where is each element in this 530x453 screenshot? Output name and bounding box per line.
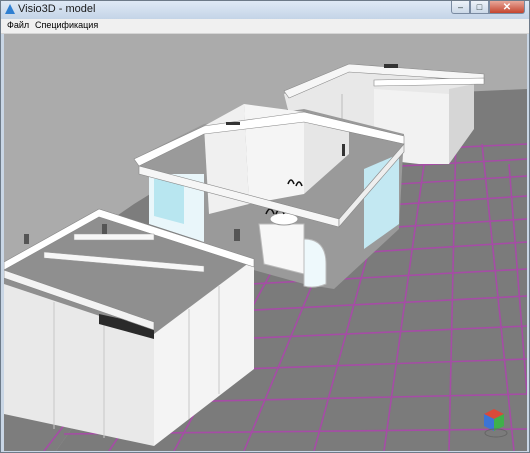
3d-viewport[interactable]: [4, 34, 527, 451]
window-controls: – □ ✕: [451, 1, 525, 15]
menu-file[interactable]: Файл: [7, 20, 29, 30]
menu-specification[interactable]: Спецификация: [35, 20, 98, 30]
title-bar[interactable]: Visio3D - model – □ ✕: [1, 1, 529, 19]
app-window: Visio3D - model – □ ✕ Файл Спецификация: [0, 0, 530, 453]
maximize-button[interactable]: □: [470, 1, 489, 14]
menu-bar: Файл Спецификация: [1, 19, 529, 34]
window-title: Visio3D - model: [18, 3, 96, 15]
scene-canvas[interactable]: [4, 34, 527, 451]
visio3d-app-icon[interactable]: [5, 4, 15, 14]
close-button[interactable]: ✕: [489, 1, 525, 14]
minimize-button[interactable]: –: [451, 1, 470, 14]
